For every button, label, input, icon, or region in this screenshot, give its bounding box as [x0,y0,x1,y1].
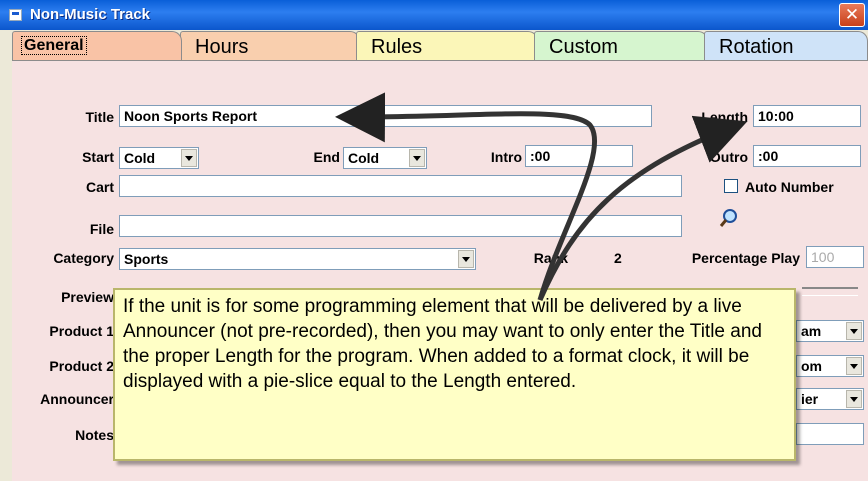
product1-select-value: am [801,323,822,339]
tab-custom-label: Custom [549,36,618,58]
tab-custom[interactable]: Custom [534,31,708,61]
tab-hours[interactable]: Hours [180,31,360,61]
close-button[interactable]: ✕ [839,3,865,27]
magnifier-icon [719,209,737,227]
tab-rotation[interactable]: Rotation [704,31,868,61]
tab-general[interactable]: General [12,31,182,60]
window-icon [9,9,22,21]
browse-file-button[interactable] [718,207,740,229]
cart-label: Cart [85,179,114,195]
end-select[interactable]: Cold [343,147,427,169]
tab-rules-label: Rules [371,36,423,58]
rank-label: Rank [533,250,568,266]
chevron-down-icon[interactable] [409,149,425,167]
product1-label: Product 1 [49,323,114,339]
end-label: End [313,149,340,165]
cart-field[interactable] [119,175,682,197]
product1-select[interactable]: am [796,320,864,342]
tab-general-label: General [21,36,87,55]
category-select-value: Sports [124,251,169,267]
outro-label: Outro [709,149,748,165]
length-field[interactable]: 10:00 [753,105,861,127]
file-label: File [89,221,114,237]
percentage-play-label: Percentage Play [691,250,800,266]
preview-label: Preview [61,289,114,305]
notes-label: Notes [75,427,114,443]
announcer-label: Announcer [40,391,114,407]
tab-rules[interactable]: Rules [356,31,538,61]
close-icon: ✕ [844,5,860,24]
product2-select[interactable]: om [796,355,864,377]
chevron-down-icon[interactable] [846,322,862,340]
chevron-down-icon[interactable] [846,390,862,408]
announcer-select[interactable]: ier [796,388,864,410]
announcer-select-value: ier [801,391,819,407]
tab-rotation-label: Rotation [719,36,794,58]
help-callout: If the unit is for some programming elem… [113,288,796,461]
start-label: Start [82,149,114,165]
auto-number-checkbox[interactable] [724,179,738,193]
non-music-track-window: Non-Music Track ✕ Hours Rules Custom Rot… [0,0,868,481]
title-label: Title [85,109,114,125]
chevron-down-icon[interactable] [458,250,474,268]
chevron-down-icon[interactable] [846,357,862,375]
file-field[interactable] [119,215,682,237]
product2-select-value: om [801,358,822,374]
product2-label: Product 2 [49,358,114,374]
chevron-down-icon[interactable] [181,149,197,167]
category-label: Category [53,250,114,266]
title-bar[interactable]: Non-Music Track ✕ [0,0,868,30]
start-select-value: Cold [124,150,156,166]
window-title: Non-Music Track [30,6,151,23]
outro-field[interactable]: :00 [753,145,861,167]
preview-slider-track[interactable] [802,287,858,296]
category-select[interactable]: Sports [119,248,476,270]
notes-field[interactable] [796,423,864,445]
end-select-value: Cold [348,150,380,166]
length-label: Length [701,109,748,125]
title-field[interactable]: Noon Sports Report [119,105,652,127]
intro-field[interactable]: :00 [525,145,633,167]
start-select[interactable]: Cold [119,147,199,169]
tab-hours-label: Hours [195,36,249,58]
auto-number-label: Auto Number [745,179,834,195]
percentage-play-field[interactable]: 100 [806,246,864,268]
rank-value: 2 [614,250,622,266]
intro-label: Intro [490,149,522,165]
